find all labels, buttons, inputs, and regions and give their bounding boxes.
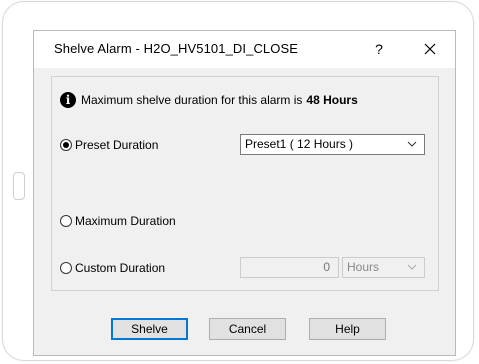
custom-duration-input[interactable]: 0 [240,257,339,278]
shelve-button[interactable]: Shelve [111,318,188,340]
preset-duration-option[interactable]: Preset Duration [60,137,158,153]
custom-duration-radio[interactable] [60,262,72,274]
preset-dropdown[interactable]: Preset1 ( 12 Hours ) [240,134,425,155]
info-icon: i [60,92,76,108]
preset-duration-label: Preset Duration [75,138,159,152]
max-duration-value: 48 Hours [306,93,358,107]
tablet-frame: Shelve Alarm - H2O_HV5101_DI_CLOSE ? i M… [2,1,474,361]
help-button[interactable]: Help [309,318,386,340]
titlebar-close-button[interactable] [420,39,440,59]
preset-duration-radio[interactable] [60,139,72,151]
duration-group-box: i Maximum shelve duration for this alarm… [51,76,439,291]
chevron-down-icon [407,264,417,270]
cancel-button[interactable]: Cancel [209,318,286,340]
dialog-titlebar: Shelve Alarm - H2O_HV5101_DI_CLOSE ? [34,31,455,68]
custom-duration-label: Custom Duration [75,261,166,275]
info-message: i Maximum shelve duration for this alarm… [60,91,358,109]
custom-unit-dropdown[interactable]: Hours [342,257,425,278]
titlebar-help-button[interactable]: ? [370,39,388,59]
shelve-alarm-dialog: Shelve Alarm - H2O_HV5101_DI_CLOSE ? i M… [33,30,456,356]
preset-dropdown-value: Preset1 ( 12 Hours ) [245,137,354,151]
custom-duration-option[interactable]: Custom Duration [60,260,165,276]
dialog-title: Shelve Alarm - H2O_HV5101_DI_CLOSE [54,41,299,56]
tablet-home-button [13,172,25,200]
close-icon [424,43,436,55]
custom-unit-value: Hours [347,260,380,274]
maximum-duration-radio[interactable] [60,215,72,227]
maximum-duration-label: Maximum Duration [75,214,176,228]
info-text: Maximum shelve duration for this alarm i… [81,93,303,107]
chevron-down-icon [407,141,417,147]
maximum-duration-option[interactable]: Maximum Duration [60,213,176,229]
